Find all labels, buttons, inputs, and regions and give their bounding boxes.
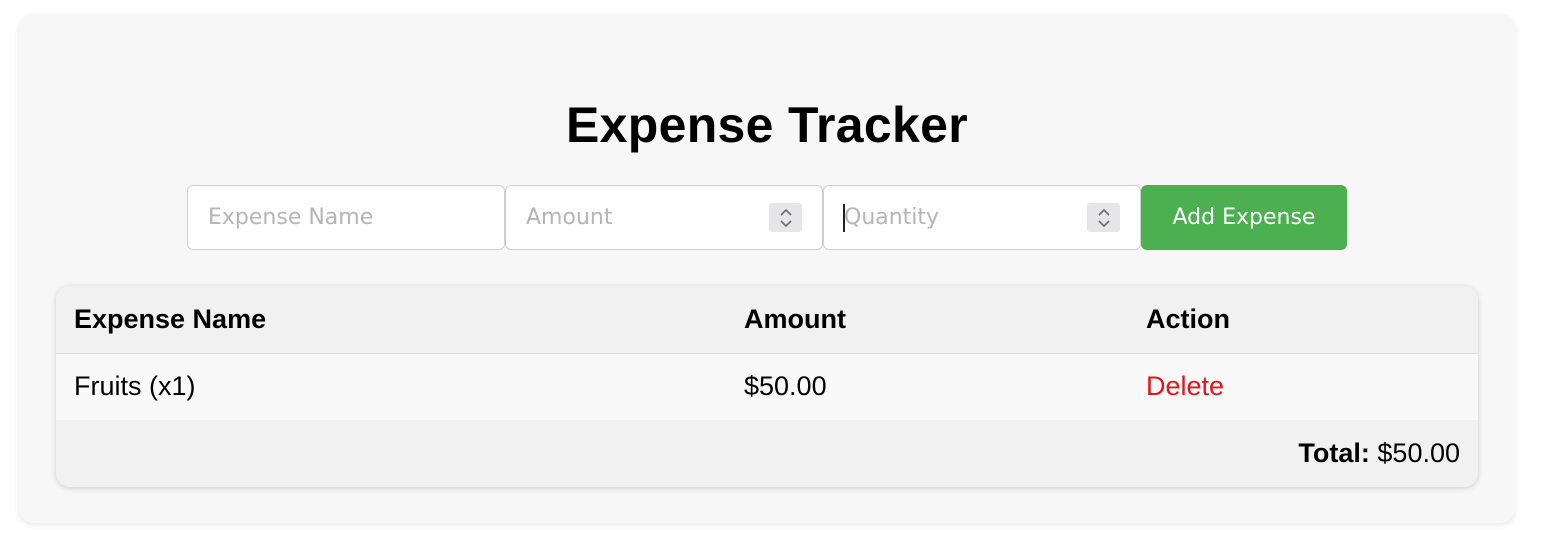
header-expense-name: Expense Name (74, 303, 267, 334)
header-action: Action (1146, 303, 1230, 334)
table-footer-row: Total: $50.00 (56, 420, 1478, 487)
quantity-field[interactable] (823, 185, 1141, 250)
amount-field[interactable] (505, 185, 823, 250)
row-expense-name: Fruits (x1) (74, 371, 196, 402)
table-header-row: Expense Name Amount Action (56, 286, 1478, 353)
add-expense-button[interactable]: Add Expense (1141, 185, 1347, 250)
page-title: Expense Tracker (566, 97, 968, 153)
expense-table: Expense Name Amount Action Fruits (x1) $… (56, 286, 1478, 487)
expense-tracker-card: Expense Tracker Add Exp (19, 14, 1515, 523)
quantity-stepper-icon[interactable] (1087, 203, 1120, 232)
total-value: $50.00 (1377, 438, 1460, 468)
row-action-cell: Delete (1128, 353, 1478, 420)
delete-button[interactable]: Delete (1146, 371, 1224, 401)
expense-form: Add Expense (187, 185, 1347, 250)
expense-name-input[interactable] (188, 186, 504, 249)
text-caret (843, 204, 845, 232)
amount-stepper-icon[interactable] (769, 203, 802, 232)
total-label: Total: (1298, 438, 1370, 468)
row-amount: $50.00 (744, 371, 827, 402)
header-amount: Amount (744, 303, 846, 334)
table-row: Fruits (x1) $50.00 Delete (56, 353, 1478, 420)
expense-name-field[interactable] (187, 185, 505, 250)
expense-table-card: Expense Name Amount Action Fruits (x1) $… (56, 286, 1478, 487)
total-cell: Total: $50.00 (56, 420, 1478, 487)
